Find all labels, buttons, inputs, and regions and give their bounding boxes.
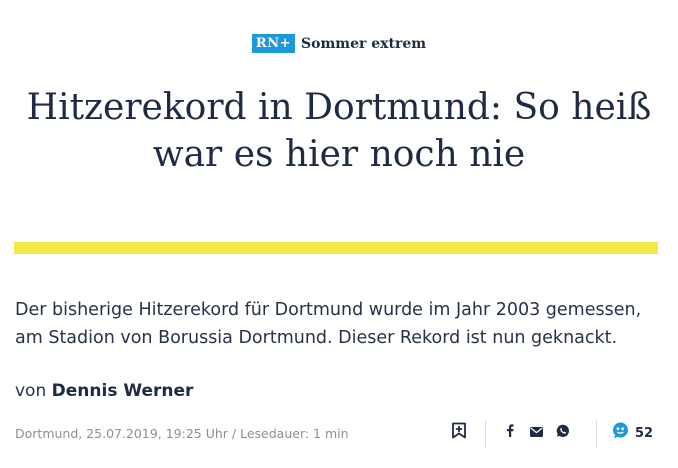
actions-divider <box>596 420 597 448</box>
headline-line-2: war es hier noch nie <box>152 134 526 175</box>
mail-icon <box>529 424 543 442</box>
share-mail-button[interactable] <box>527 418 545 448</box>
article-meta: Dortmund, 25.07.2019, 19:25 Uhr / Leseda… <box>15 426 349 441</box>
bookmark-plus-icon <box>451 422 467 444</box>
byline-prefix: von <box>15 381 47 401</box>
article-headline: Hitzerekord in Dortmund: So heiß war es … <box>20 84 658 178</box>
author-link[interactable]: Dennis Werner <box>52 381 194 401</box>
article-kicker: RN+ Sommer extrem <box>0 34 678 53</box>
bookmark-button[interactable] <box>448 418 470 448</box>
headline-line-1: Hitzerekord in Dortmund: So heiß <box>26 87 652 128</box>
comment-count: 52 <box>635 425 654 441</box>
share-whatsapp-button[interactable] <box>554 418 572 448</box>
comments-button[interactable]: 52 <box>612 418 653 448</box>
highlight-divider <box>14 242 658 254</box>
actions-divider <box>485 420 486 448</box>
byline: von Dennis Werner <box>15 381 193 401</box>
comment-bubble-icon <box>612 422 629 444</box>
share-facebook-button[interactable] <box>502 418 518 448</box>
facebook-icon <box>506 424 514 442</box>
article-teaser: Der bisherige Hitzerekord für Dortmund w… <box>15 300 642 348</box>
rn-plus-badge: RN+ <box>251 34 296 53</box>
whatsapp-icon <box>556 424 570 443</box>
article-actions: 52 <box>448 418 663 448</box>
kicker-label[interactable]: Sommer extrem <box>301 36 426 52</box>
